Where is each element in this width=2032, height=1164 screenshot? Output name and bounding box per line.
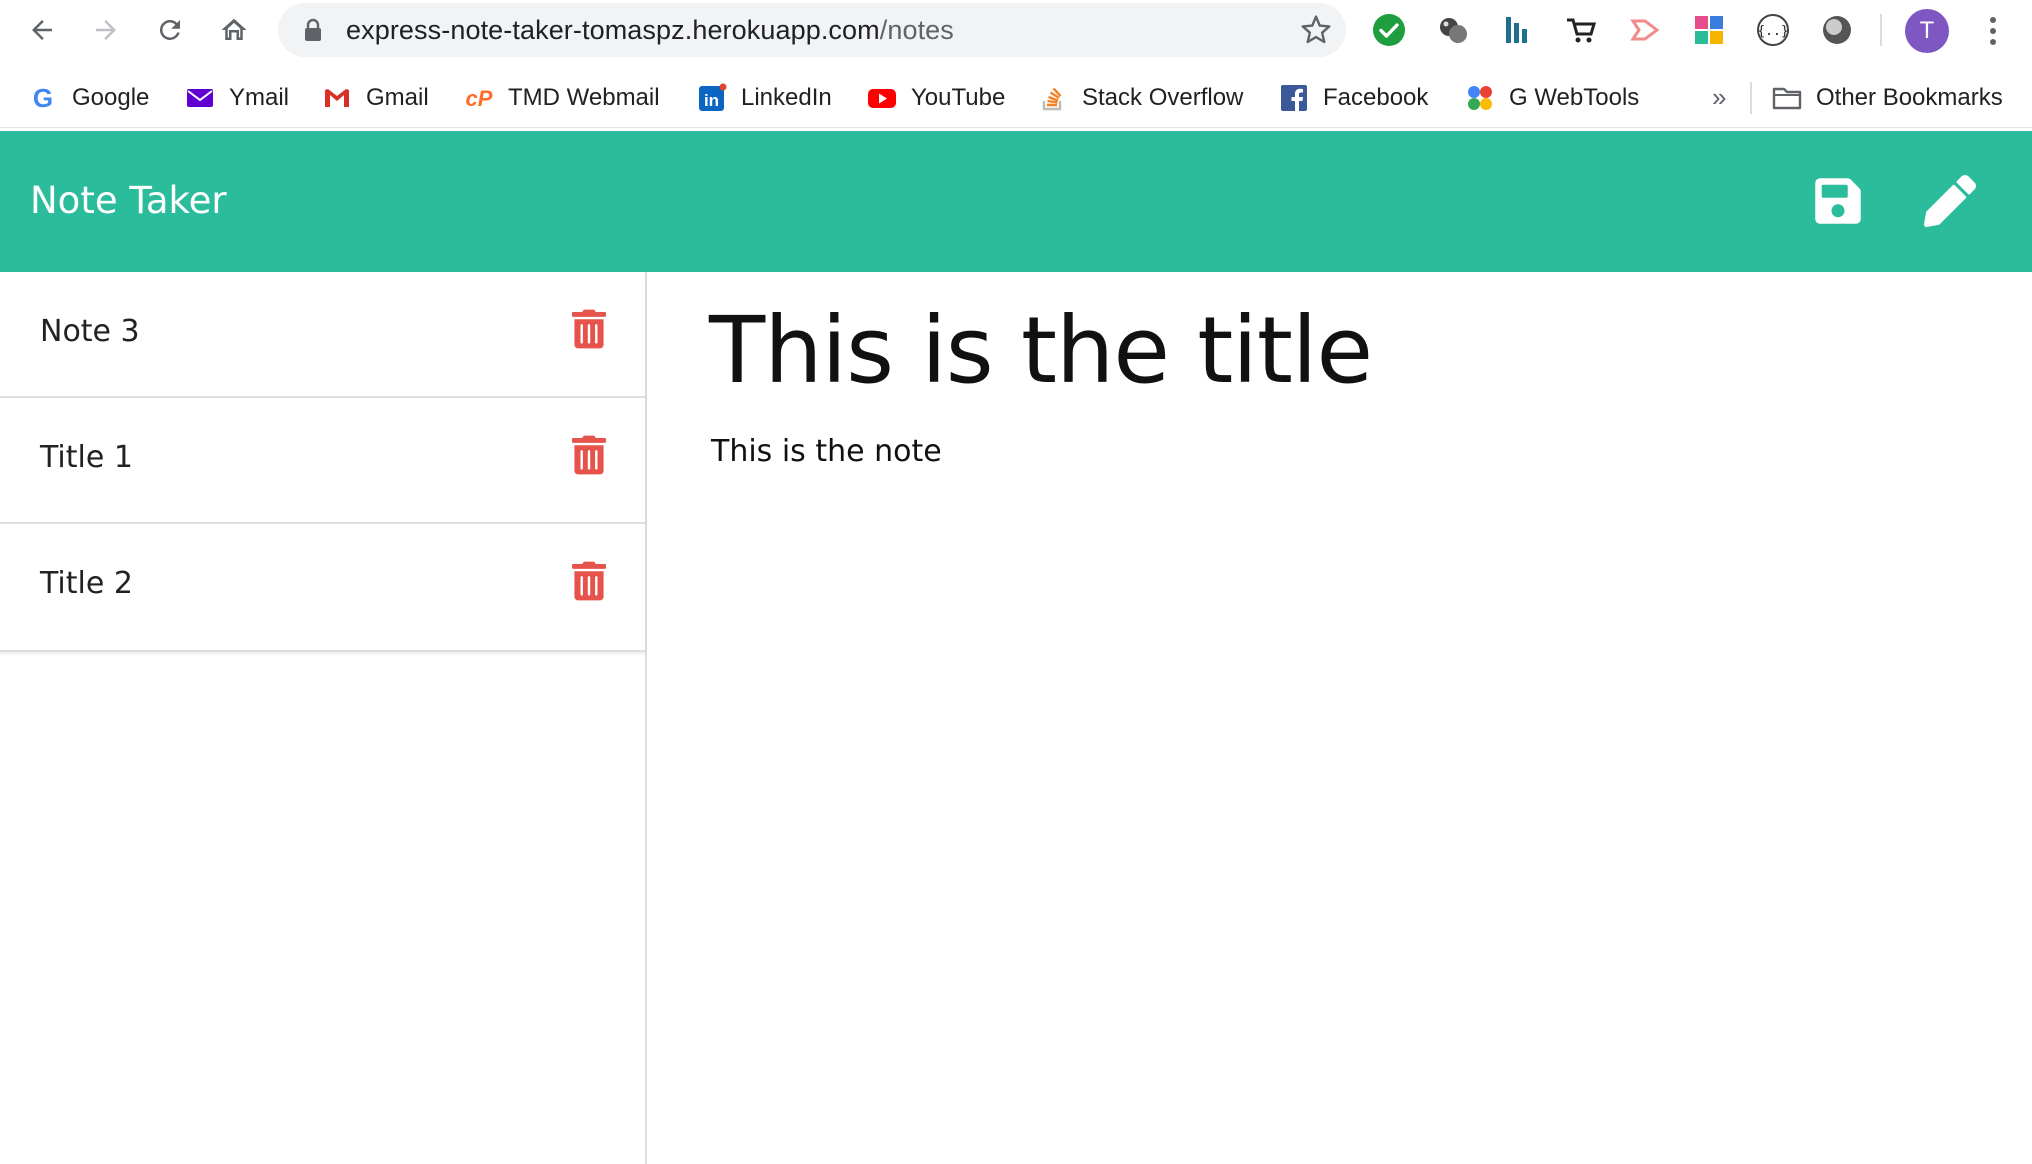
save-note-button[interactable] [1810,173,1866,229]
svg-text:{..}: {..} [1757,24,1788,39]
bookmark-star-icon[interactable] [1300,14,1332,46]
gmail-icon [322,83,352,113]
note-item-title: Title 1 [40,440,133,475]
browser-toolbar: express-note-taker-tomaspz.herokuapp.com… [0,0,2032,62]
youtube-icon [867,83,897,113]
forward-button[interactable] [84,8,128,52]
bookmark-gmail[interactable]: Gmail [322,78,429,118]
bookmark-label: Google [72,84,150,111]
trash-icon[interactable] [572,435,606,475]
pencil-icon [1924,175,1976,227]
extension-play[interactable] [1626,11,1664,49]
list-item[interactable]: Note 3 [0,272,645,398]
bookmarks-divider [1750,82,1752,114]
spheres-icon [1440,18,1467,43]
bookmark-label: Stack Overflow [1082,84,1244,111]
svg-text:cP: cP [466,86,493,111]
note-text-area[interactable]: This is the note [711,434,942,469]
check-circle-icon [1373,14,1405,46]
braces-icon: {..} [1757,14,1789,46]
url-host: express-note-taker-tomaspz.herokuapp.com [346,15,880,45]
list-item[interactable]: Title 2 [0,524,645,650]
back-button[interactable] [20,8,64,52]
note-editor: This is the title This is the note [649,272,2032,1164]
bookmarks-bar: G Google Ymail Gmail cP TMD Webmail in L… [0,70,2032,128]
bookmark-linkedin[interactable]: in LinkedIn [697,78,832,118]
home-icon [221,18,247,40]
grid-icon [1695,16,1723,44]
note-list-panel: Note 3 Title 1 Title 2 [0,272,647,1164]
reload-button[interactable] [148,8,192,52]
extension-orb[interactable] [1818,11,1856,49]
cart-icon [1567,18,1597,43]
bookmark-label: Facebook [1323,84,1429,111]
bookmark-ymail[interactable]: Ymail [185,78,289,118]
bookmark-label: Ymail [229,84,290,111]
note-item-title: Title 2 [40,566,133,601]
url-text: express-note-taker-tomaspz.herokuapp.com… [346,15,954,46]
app-brand[interactable]: Note Taker [30,179,227,222]
profile-avatar[interactable]: T [1905,9,1949,53]
extension-bars[interactable] [1498,11,1536,49]
cpanel-icon: cP [464,83,494,113]
list-item[interactable]: Title 1 [0,398,645,524]
new-note-button[interactable] [1922,173,1978,229]
bookmark-youtube[interactable]: YouTube [867,78,1005,118]
lock-icon [305,18,321,41]
svg-text:G: G [33,83,53,113]
bookmark-label: G WebTools [1509,84,1640,111]
extension-cart[interactable] [1562,11,1600,49]
folder-icon [1772,83,1802,113]
bookmark-label: Other Bookmarks [1816,84,2003,111]
extension-check[interactable] [1370,11,1408,49]
bookmark-g-webtools[interactable]: G WebTools [1465,78,1639,118]
arrow-left-icon [32,20,52,40]
note-list: Note 3 Title 1 Title 2 [0,272,645,652]
ymail-icon [185,83,215,113]
bookmark-google[interactable]: G Google [28,78,150,118]
bookmark-tmd-webmail[interactable]: cP TMD Webmail [464,78,660,118]
note-title-input[interactable]: This is the title [709,297,1373,404]
arrow-right-icon [96,20,116,40]
bookmark-label: LinkedIn [741,84,832,111]
extension-json[interactable]: {..} [1754,11,1792,49]
stackoverflow-icon [1038,83,1068,113]
bookmarks-overflow-button[interactable]: » [1712,82,1726,113]
trash-icon[interactable] [572,309,606,349]
bookmark-facebook[interactable]: Facebook [1279,78,1428,118]
orb-icon [1823,16,1851,44]
bookmark-label: YouTube [911,84,1006,111]
play-arrow-icon [1630,19,1660,41]
bookmark-label: Gmail [366,84,429,111]
other-bookmarks-folder[interactable]: Other Bookmarks [1772,78,2003,118]
app-navbar: Note Taker [0,131,2032,272]
extension-grid[interactable] [1690,11,1728,49]
bookmark-stack-overflow[interactable]: Stack Overflow [1038,78,1243,118]
svg-text:in: in [704,91,719,110]
url-path: /notes [879,15,954,45]
google-icon: G [28,83,58,113]
bookmark-label: TMD Webmail [508,84,660,111]
home-button[interactable] [212,8,256,52]
trash-icon[interactable] [572,561,606,601]
note-item-title: Note 3 [40,314,140,349]
reload-icon [159,19,180,40]
address-bar[interactable]: express-note-taker-tomaspz.herokuapp.com… [278,3,1346,57]
facebook-icon [1279,83,1309,113]
linkedin-icon: in [697,83,727,113]
extension-spheres[interactable] [1434,11,1472,49]
browser-menu-button[interactable] [1978,12,2008,50]
toolbar-divider [1880,14,1882,46]
bars-icon [1506,17,1527,43]
save-icon [1815,178,1861,224]
webtools-icon [1465,83,1495,113]
